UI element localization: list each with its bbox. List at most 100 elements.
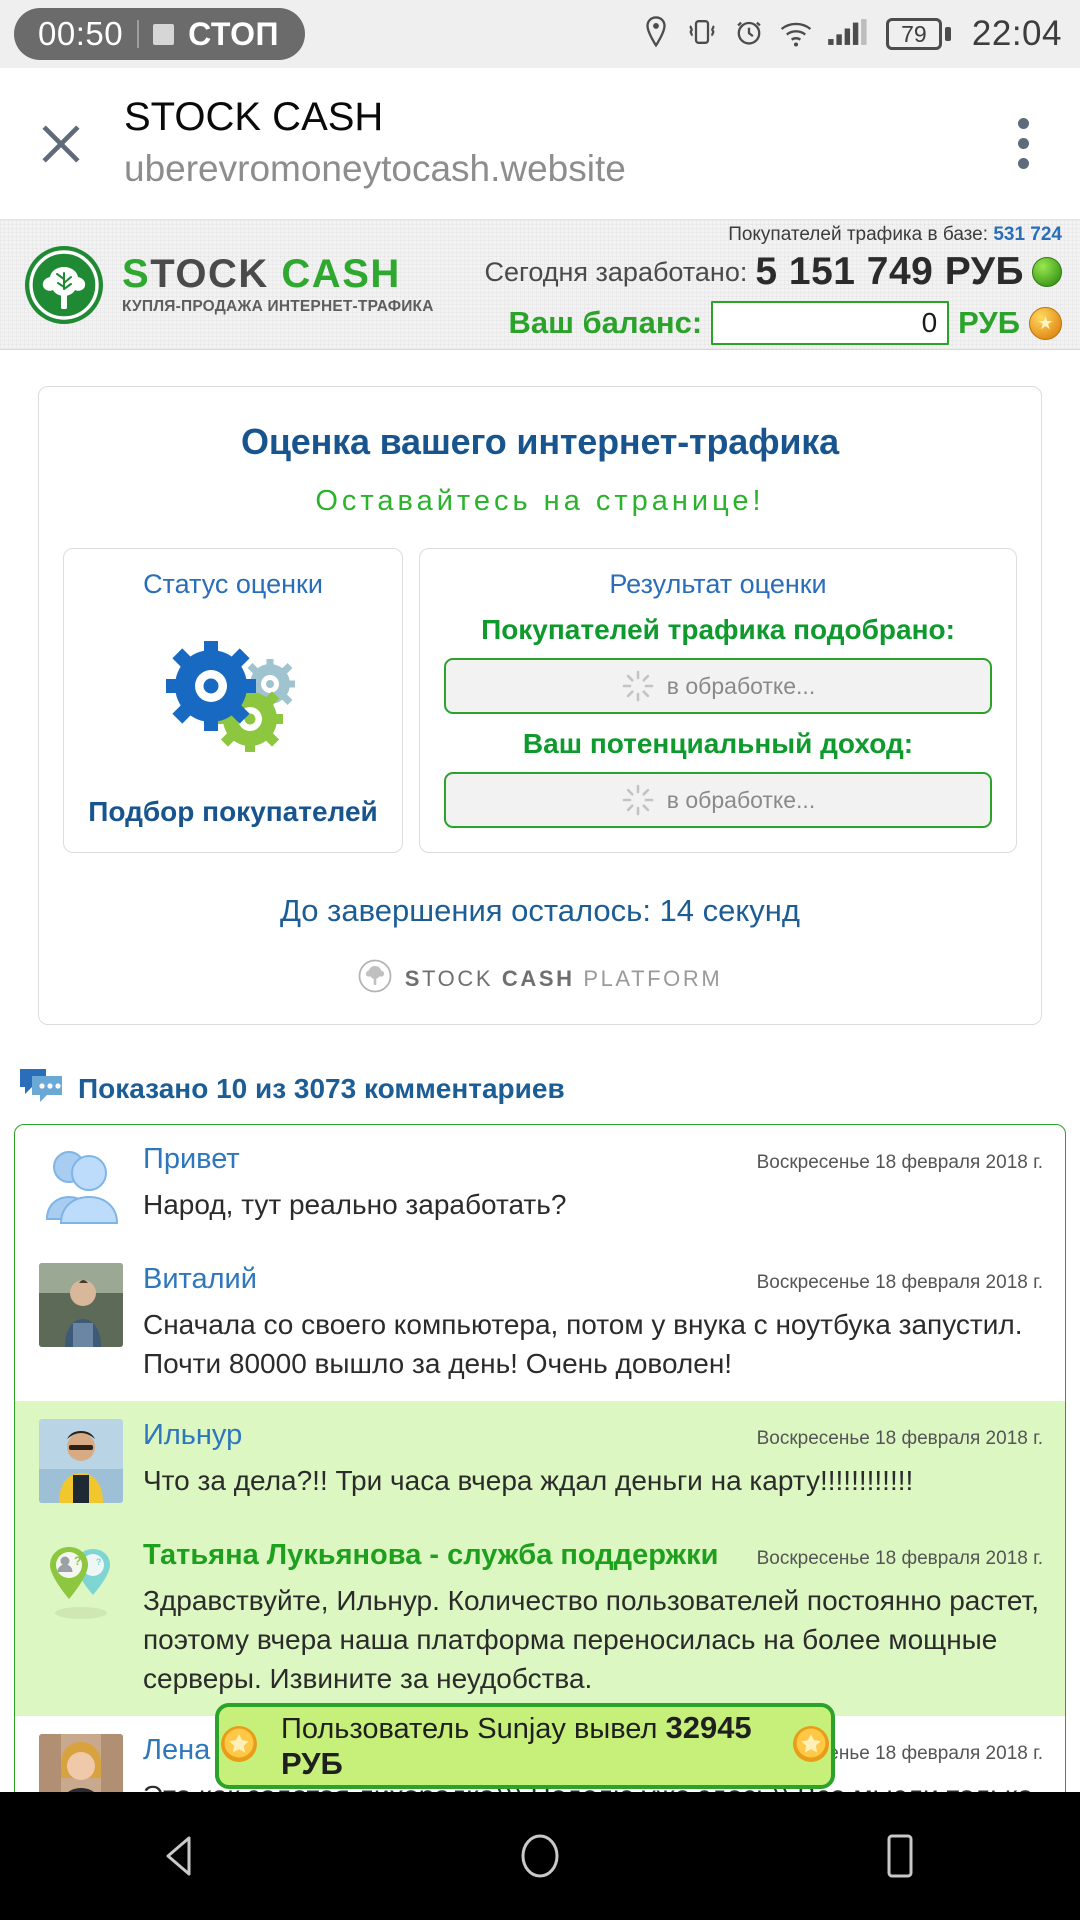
potential-income-value: в обработке...	[666, 786, 816, 813]
recording-separator	[137, 20, 140, 48]
comment-date: Воскресенье 18 февраля 2018 г.	[756, 1272, 1043, 1293]
platform-footer: STOCK CASH PLATFORM	[63, 959, 1017, 998]
buyers-matched-field: в обработке...	[444, 658, 992, 714]
gears-icon	[158, 634, 308, 759]
comment-meta: Ильнур Воскресенье 18 февраля 2018 г.	[143, 1419, 1043, 1452]
alarm-icon	[733, 15, 765, 54]
comment-item: Привет Воскресенье 18 февраля 2018 г. На…	[15, 1125, 1065, 1245]
status-bar-icons: 79 22:04	[641, 14, 1062, 54]
balance-label: Ваш баланс:	[508, 305, 703, 340]
comment-date: Воскресенье 18 февраля 2018 г.	[756, 1152, 1043, 1173]
balance-input[interactable]	[711, 301, 950, 345]
browser-url[interactable]: uberevromoneytocash.website	[124, 146, 988, 192]
evaluation-title: Оценка вашего интернет-трафика	[241, 421, 839, 462]
comment-body: Привет Воскресенье 18 февраля 2018 г. На…	[143, 1143, 1043, 1227]
browser-titles: STOCK CASH uberevromoneytocash.website	[104, 94, 988, 192]
comment-item: Виталий Воскресенье 18 февраля 2018 г. С…	[15, 1245, 1065, 1401]
potential-income-label: Ваш потенциальный доход:	[522, 728, 914, 759]
stay-on-page-notice: Оставайтесь на странице!	[315, 485, 765, 517]
status-box-label: Подбор покупателей	[88, 796, 378, 827]
comment-author[interactable]: Виталий	[143, 1263, 257, 1296]
battery-level: 79	[885, 18, 942, 50]
comment-item-support: ? ? Татьяна Лукьянова - служба поддержки…	[15, 1521, 1065, 1717]
wifi-icon	[778, 15, 814, 54]
evaluation-card: Оценка вашего интернет-трафика Оставайте…	[38, 386, 1042, 1025]
tree-logo-small-icon	[358, 959, 392, 998]
comment-text: Сначала со своего компьютера, потом у вн…	[143, 1309, 1023, 1379]
loading-spinner-icon	[621, 669, 655, 703]
comment-author[interactable]: Ильнур	[143, 1419, 242, 1452]
logo-letter-s: S	[122, 252, 151, 297]
comments-header: Показано 10 из 3073 комментариев	[18, 1067, 1080, 1110]
potential-income-field: в обработке...	[444, 772, 992, 828]
buyers-matched-value: в обработке...	[666, 672, 816, 699]
site-logo-text: STOCK CASH КУПЛЯ-ПРОДАЖА ИНТЕРНЕТ-ТРАФИК…	[122, 254, 434, 315]
kebab-dot	[1017, 118, 1029, 129]
comment-body: Татьяна Лукьянова - служба поддержки Вос…	[143, 1539, 1043, 1698]
kebab-dot	[1017, 138, 1029, 149]
comment-date: Воскресенье 18 февраля 2018 г.	[756, 1428, 1043, 1450]
generic-users-avatar	[39, 1143, 123, 1227]
site-logo[interactable]: STOCK CASH КУПЛЯ-ПРОДАЖА ИНТЕРНЕТ-ТРАФИК…	[22, 243, 434, 327]
earned-today-label: Сегодня заработано:	[484, 256, 748, 287]
home-circle-icon[interactable]	[440, 1828, 640, 1884]
comment-body: Виталий Воскресенье 18 февраля 2018 г. С…	[143, 1263, 1043, 1383]
battery-indicator: 79	[885, 18, 951, 50]
comment-meta: Татьяна Лукьянова - служба поддержки Вос…	[143, 1539, 1043, 1572]
result-box-title: Результат оценки	[609, 569, 827, 599]
evaluation-columns: Статус оценки Подбор покупателей Результ…	[63, 548, 1017, 853]
comment-meta: Виталий Воскресенье 18 февраля 2018 г.	[143, 1263, 1043, 1296]
toast-prefix: Пользователь Sunjay вывел	[281, 1713, 658, 1745]
earned-today-value: 5 151 749 РУБ	[755, 250, 1024, 293]
result-box: Результат оценки Покупателей трафика под…	[419, 548, 1017, 853]
phone-screen: 00:50 СТОП 79 22:04 STOCK CASH uberevrom…	[0, 0, 1080, 1920]
comment-author[interactable]: Привет	[143, 1143, 240, 1176]
battery-tip	[944, 27, 951, 41]
support-pins-avatar: ? ?	[39, 1539, 123, 1623]
location-icon	[641, 15, 671, 54]
android-nav-bar	[0, 1792, 1080, 1920]
comment-author-support[interactable]: Татьяна Лукьянова - служба поддержки	[143, 1539, 718, 1572]
svg-text:?: ?	[74, 1554, 81, 1568]
buyers-in-base-row: Покупателей трафика в базе: 531 724	[434, 224, 1062, 246]
gold-coin-icon	[791, 1724, 831, 1769]
back-triangle-icon[interactable]	[80, 1828, 280, 1884]
buyers-matched-label: Покупателей трафика подобрано:	[481, 614, 955, 645]
balance-currency: РУБ	[958, 305, 1020, 340]
logo-wordmark: STOCK CASH	[122, 252, 401, 296]
countdown-text: До завершения осталось: 14 секунд	[279, 893, 801, 928]
android-status-bar: 00:50 СТОП 79 22:04	[0, 0, 1080, 68]
tree-logo-icon	[22, 243, 106, 327]
signal-icon	[827, 15, 867, 54]
photo-avatar-ilnur	[39, 1419, 123, 1504]
site-header: STOCK CASH КУПЛЯ-ПРОДАЖА ИНТЕРНЕТ-ТРАФИК…	[0, 220, 1080, 350]
loading-spinner-icon	[621, 783, 655, 817]
stop-square-icon	[153, 23, 175, 45]
platform-word: PLATFORM	[583, 965, 723, 991]
screen-recording-pill[interactable]: 00:50 СТОП	[14, 8, 306, 60]
comment-item: Ильнур Воскресенье 18 февраля 2018 г. Чт…	[15, 1401, 1065, 1522]
comment-author[interactable]: Лена	[143, 1734, 210, 1767]
logo-tock: TOCK	[150, 252, 269, 297]
comment-date: Воскресенье 18 февраля 2018 г.	[756, 1548, 1043, 1570]
vibrate-icon	[684, 15, 720, 54]
svg-text:?: ?	[96, 1557, 102, 1567]
comments-count-label: Показано 10 из 3073 комментариев	[78, 1072, 565, 1104]
logo-cash: CASH	[281, 252, 401, 297]
site-tagline: КУПЛЯ-ПРОДАЖА ИНТЕРНЕТ-ТРАФИКА	[122, 298, 434, 316]
toast-message: Пользователь Sunjay вывел 32945 РУБ	[281, 1710, 769, 1782]
comment-text: Народ, тут реально заработать?	[143, 1189, 567, 1220]
withdrawal-toast[interactable]: Пользователь Sunjay вывел 32945 РУБ	[215, 1703, 835, 1789]
kebab-menu-icon[interactable]	[988, 118, 1058, 169]
earned-today-row: Сегодня заработано: 5 151 749 РУБ	[434, 250, 1062, 294]
comment-text: Что за дела?!! Три часа вчера ждал деньг…	[143, 1465, 914, 1497]
close-icon[interactable]	[18, 101, 104, 187]
balance-row: Ваш баланс: РУБ	[434, 301, 1062, 345]
comment-body: Ильнур Воскресенье 18 февраля 2018 г. Чт…	[143, 1419, 1043, 1503]
comments-bubble-icon	[18, 1067, 64, 1110]
browser-page-title: STOCK CASH	[124, 95, 384, 140]
recents-square-icon[interactable]	[800, 1828, 1000, 1884]
kebab-dot	[1017, 158, 1029, 169]
header-stats: Покупателей трафика в базе: 531 724 Сего…	[434, 224, 1066, 345]
webpage-viewport: STOCK CASH КУПЛЯ-ПРОДАЖА ИНТЕРНЕТ-ТРАФИК…	[0, 220, 1080, 1820]
